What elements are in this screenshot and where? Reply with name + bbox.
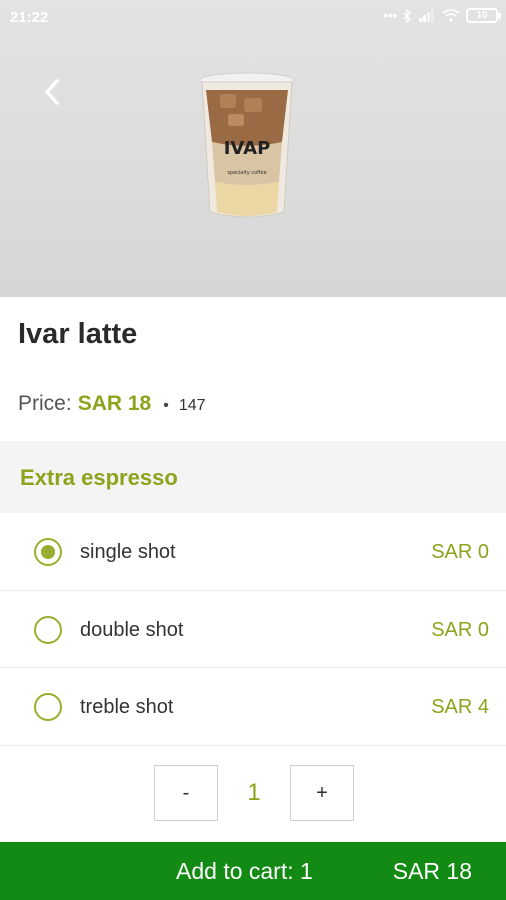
radio-button-selected[interactable] <box>34 538 62 566</box>
svg-text:IVAP: IVAP <box>224 138 271 159</box>
option-label: treble shot <box>80 696 174 718</box>
iced-latte-cup-image: IVAP specialty coffee <box>199 72 295 218</box>
status-time: 21:22 <box>10 9 49 26</box>
decrease-quantity-button[interactable]: - <box>154 765 218 821</box>
radio-button[interactable] <box>34 615 62 644</box>
separator-dot: • <box>163 397 169 414</box>
extras-section-header: Extra espresso <box>0 441 506 513</box>
option-treble-shot[interactable]: treble shot SAR 4 <box>0 668 506 746</box>
chevron-left-icon <box>45 79 59 105</box>
quantity-stepper: - 1 + <box>0 765 506 821</box>
status-icons: ••• 10 <box>383 8 501 23</box>
extras-options-list: single shot SAR 0 double shot SAR 0 treb… <box>0 513 506 746</box>
cart-total: SAR 18 <box>392 858 472 884</box>
add-to-cart-label: Add to cart: 1 <box>176 858 313 884</box>
price-label: Price: <box>18 392 72 415</box>
more-dots-icon: ••• <box>383 8 397 23</box>
status-bar: 21:22 ••• 10 <box>0 0 506 36</box>
option-price: SAR 0 <box>431 618 489 641</box>
back-button[interactable] <box>30 70 74 114</box>
bluetooth-icon <box>403 8 411 23</box>
wifi-icon <box>442 9 460 22</box>
signal-icon <box>419 9 434 22</box>
product-hero-image: 21:22 ••• 10 IVAP specialty coffee <box>0 0 506 297</box>
add-to-cart-button[interactable]: Add to cart: 1 SAR 18 <box>0 842 506 900</box>
product-count: 147 <box>178 397 206 414</box>
price-line: Price: SAR 18 • 147 <box>18 392 206 416</box>
product-title: Ivar latte <box>18 318 138 350</box>
option-price: SAR 4 <box>431 696 489 718</box>
option-single-shot[interactable]: single shot SAR 0 <box>0 513 506 591</box>
option-label: double shot <box>80 618 184 641</box>
option-double-shot[interactable]: double shot SAR 0 <box>0 591 506 668</box>
svg-text:specialty coffee: specialty coffee <box>227 170 266 176</box>
battery-icon: 10 <box>466 8 501 23</box>
extras-section-title: Extra espresso <box>20 465 178 490</box>
increase-quantity-button[interactable]: + <box>290 765 354 821</box>
radio-button[interactable] <box>34 693 62 721</box>
price-value: SAR 18 <box>77 392 152 415</box>
quantity-value: 1 <box>247 779 261 806</box>
option-label: single shot <box>80 541 176 563</box>
option-price: SAR 0 <box>431 541 489 563</box>
